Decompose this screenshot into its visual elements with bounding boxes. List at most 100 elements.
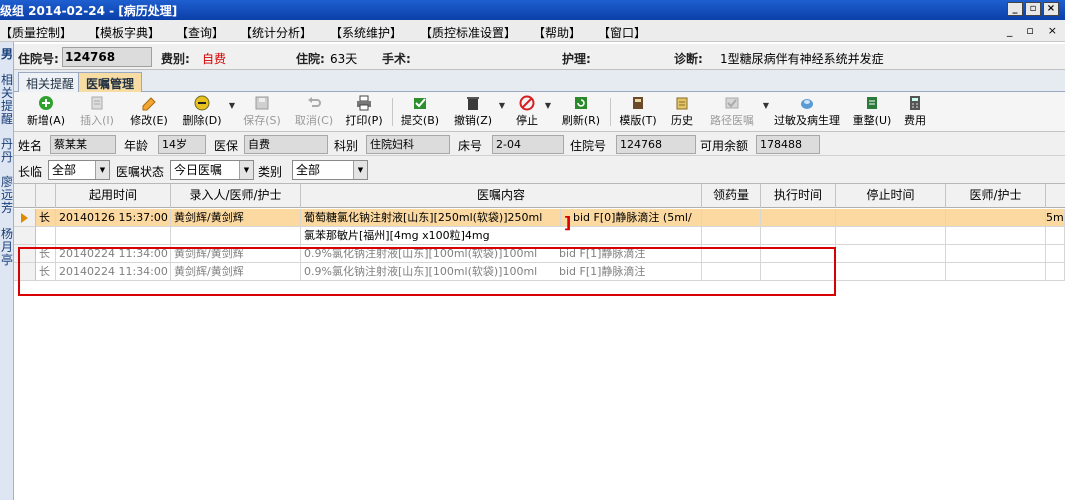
save-icon [255, 96, 269, 110]
cell-type [36, 227, 56, 245]
grid-header: 起用时间 录入人/医师/护士 医嘱内容 领药量 执行时间 停止时间 医师/护士 [14, 184, 1065, 208]
cell-doctor-nurse [946, 263, 1046, 281]
cell-order-content: 葡萄糖氯化钠注射液[山东][250ml(软袋)]250ml [301, 209, 561, 227]
tab-related-reminders[interactable]: 相关提醒 [18, 72, 83, 92]
cell-doctor-nurse [946, 227, 1046, 245]
strip-char[interactable]: 醒 [0, 113, 14, 126]
refresh-button[interactable]: 刷新(R) [558, 95, 604, 129]
submit-button[interactable]: 提交(B) [398, 95, 442, 129]
menu-template-dictionary[interactable]: 【模板字典】 [88, 24, 160, 41]
template-icon [633, 97, 643, 109]
reorganize-button[interactable]: 重整(U) [850, 95, 894, 129]
fee-icon [910, 96, 920, 110]
header-dispense-qty[interactable]: 领药量 [702, 184, 761, 208]
strip-char[interactable]: 丹 [0, 151, 14, 164]
menu-statistics[interactable]: 【统计分析】 [240, 24, 312, 41]
cell-entry-person: 黄剑辉/黄剑辉 [171, 209, 301, 227]
print-button[interactable]: 打印(P) [342, 95, 386, 129]
inpatient-no-value: 124768 [62, 47, 152, 67]
strip-char[interactable]: 芳 [0, 202, 14, 215]
inpatient-no-label: 住院号: [18, 52, 59, 66]
menu-qc-standard[interactable]: 【质控标准设置】 [420, 24, 516, 41]
header-stop-time[interactable]: 停止时间 [836, 184, 946, 208]
revoke-icon [467, 97, 479, 110]
cancel-button[interactable]: 取消(C) [292, 95, 336, 129]
stop-button[interactable]: 停止 ▼ [512, 95, 551, 129]
surgery-label: 手术: [382, 52, 411, 66]
order-status-label: 医嘱状态 [116, 165, 165, 179]
stop-dropdown-icon[interactable]: ▼ [545, 101, 551, 110]
menu-system-maintenance[interactable]: 【系统维护】 [330, 24, 402, 41]
add-icon [39, 96, 53, 110]
fee-button[interactable]: 费用 [900, 95, 930, 129]
chevron-down-icon[interactable]: ▼ [239, 161, 253, 179]
header-indicator [14, 184, 36, 208]
revoke-button[interactable]: 撤销(Z) ▼ [450, 95, 505, 129]
cell-overflow: 5ml [1046, 209, 1065, 227]
menu-window[interactable]: 【窗口】 [598, 24, 646, 41]
cell-overflow [1046, 245, 1065, 263]
cell-doctor-nurse [946, 245, 1046, 263]
table-row[interactable]: 氯苯那敏片[福州][4mg x100粒]4mg [14, 227, 1065, 245]
diagnosis-value: 1型糖尿病伴有神经系统并发症 [720, 52, 884, 66]
pathway-order-button[interactable]: 路径医嘱 ▼ [704, 95, 769, 129]
order-toolbar: 新增(A) 插入(I) 修改(E) 删除(D) ▼ 保存(S) 取消(C) 打印… [14, 92, 1065, 132]
delete-dropdown-icon[interactable]: ▼ [229, 101, 235, 110]
mdi-restore-button[interactable]: ▫ [1026, 24, 1033, 37]
chevron-down-icon[interactable]: ▼ [353, 161, 367, 179]
mdi-minimize-button[interactable]: _ [1007, 24, 1013, 37]
revoke-dropdown-icon[interactable]: ▼ [499, 101, 505, 110]
tab-strip: 相关提醒 医嘱管理 [14, 70, 1065, 92]
allergy-button[interactable]: 过敏及病生理 [770, 95, 844, 129]
mdi-controls: _ ▫ × [1007, 24, 1057, 37]
table-row[interactable]: 长 20140126 15:37:00 黄剑辉/黄剑辉 葡萄糖氯化钠注射液[山东… [14, 209, 1065, 227]
menu-quality-control[interactable]: 【质量控制】 [0, 24, 72, 41]
edit-icon [142, 97, 156, 111]
header-extra [1046, 184, 1065, 208]
cell-exec-time [761, 209, 836, 227]
row-indicator[interactable] [14, 209, 36, 227]
bed-label: 床号 [458, 139, 483, 153]
menu-query[interactable]: 【查询】 [176, 24, 224, 41]
history-button[interactable]: 历史 [666, 95, 698, 129]
edit-button[interactable]: 修改(E) [126, 95, 172, 129]
strip-char[interactable]: 亭 [0, 254, 14, 267]
header-entry-person[interactable]: 录入人/医师/护士 [171, 184, 301, 208]
pathway-icon [725, 97, 739, 109]
longtemp-select[interactable]: 全部 ▼ [48, 160, 110, 180]
header-doctor-nurse[interactable]: 医师/护士 [946, 184, 1046, 208]
chevron-down-icon[interactable]: ▼ [95, 161, 109, 179]
balance-field: 178488 [756, 135, 820, 154]
order-status-select[interactable]: 今日医嘱 ▼ [170, 160, 254, 180]
filter-row: 长临 全部 ▼ 医嘱状态 今日医嘱 ▼ 类别 全部 ▼ [14, 156, 1065, 184]
cell-start-time: 20140126 15:37:00 [56, 209, 171, 227]
delete-button[interactable]: 删除(D) ▼ [178, 95, 235, 129]
cell-frequency: bid F[0]静脉滴注 (5ml/ [561, 209, 702, 227]
menu-help[interactable]: 【帮助】 [533, 24, 581, 41]
cell-stop-time [836, 209, 946, 227]
maximize-button[interactable]: ▫ [1025, 2, 1041, 16]
mdi-close-button[interactable]: × [1048, 24, 1057, 37]
cell-order-content: 氯苯那敏片[福州][4mg x100粒]4mg [301, 227, 702, 245]
header-start-time[interactable]: 起用时间 [56, 184, 171, 208]
strip-gender: 男 [0, 47, 13, 61]
row-indicator[interactable] [14, 227, 36, 245]
header-type [36, 184, 56, 208]
save-button[interactable]: 保存(S) [240, 95, 284, 129]
close-button[interactable]: × [1043, 2, 1059, 16]
age-label: 年龄 [124, 139, 149, 153]
reorganize-icon [867, 97, 877, 109]
minimize-button[interactable]: _ [1007, 2, 1023, 16]
category-select[interactable]: 全部 ▼ [292, 160, 368, 180]
add-button[interactable]: 新增(A) [24, 95, 68, 129]
insurance-field: 自费 [244, 135, 328, 154]
name-label: 姓名 [18, 139, 43, 153]
tab-order-management[interactable]: 医嘱管理 [78, 72, 143, 92]
template-button[interactable]: 模版(T) [616, 95, 660, 129]
header-exec-time[interactable]: 执行时间 [761, 184, 836, 208]
cell-stop-time [836, 245, 946, 263]
pathway-dropdown-icon[interactable]: ▼ [763, 101, 769, 110]
insert-button[interactable]: 插入(I) [74, 95, 120, 129]
header-order-content[interactable]: 医嘱内容 [301, 184, 702, 208]
window-controls: _ ▫ × [1007, 2, 1059, 16]
